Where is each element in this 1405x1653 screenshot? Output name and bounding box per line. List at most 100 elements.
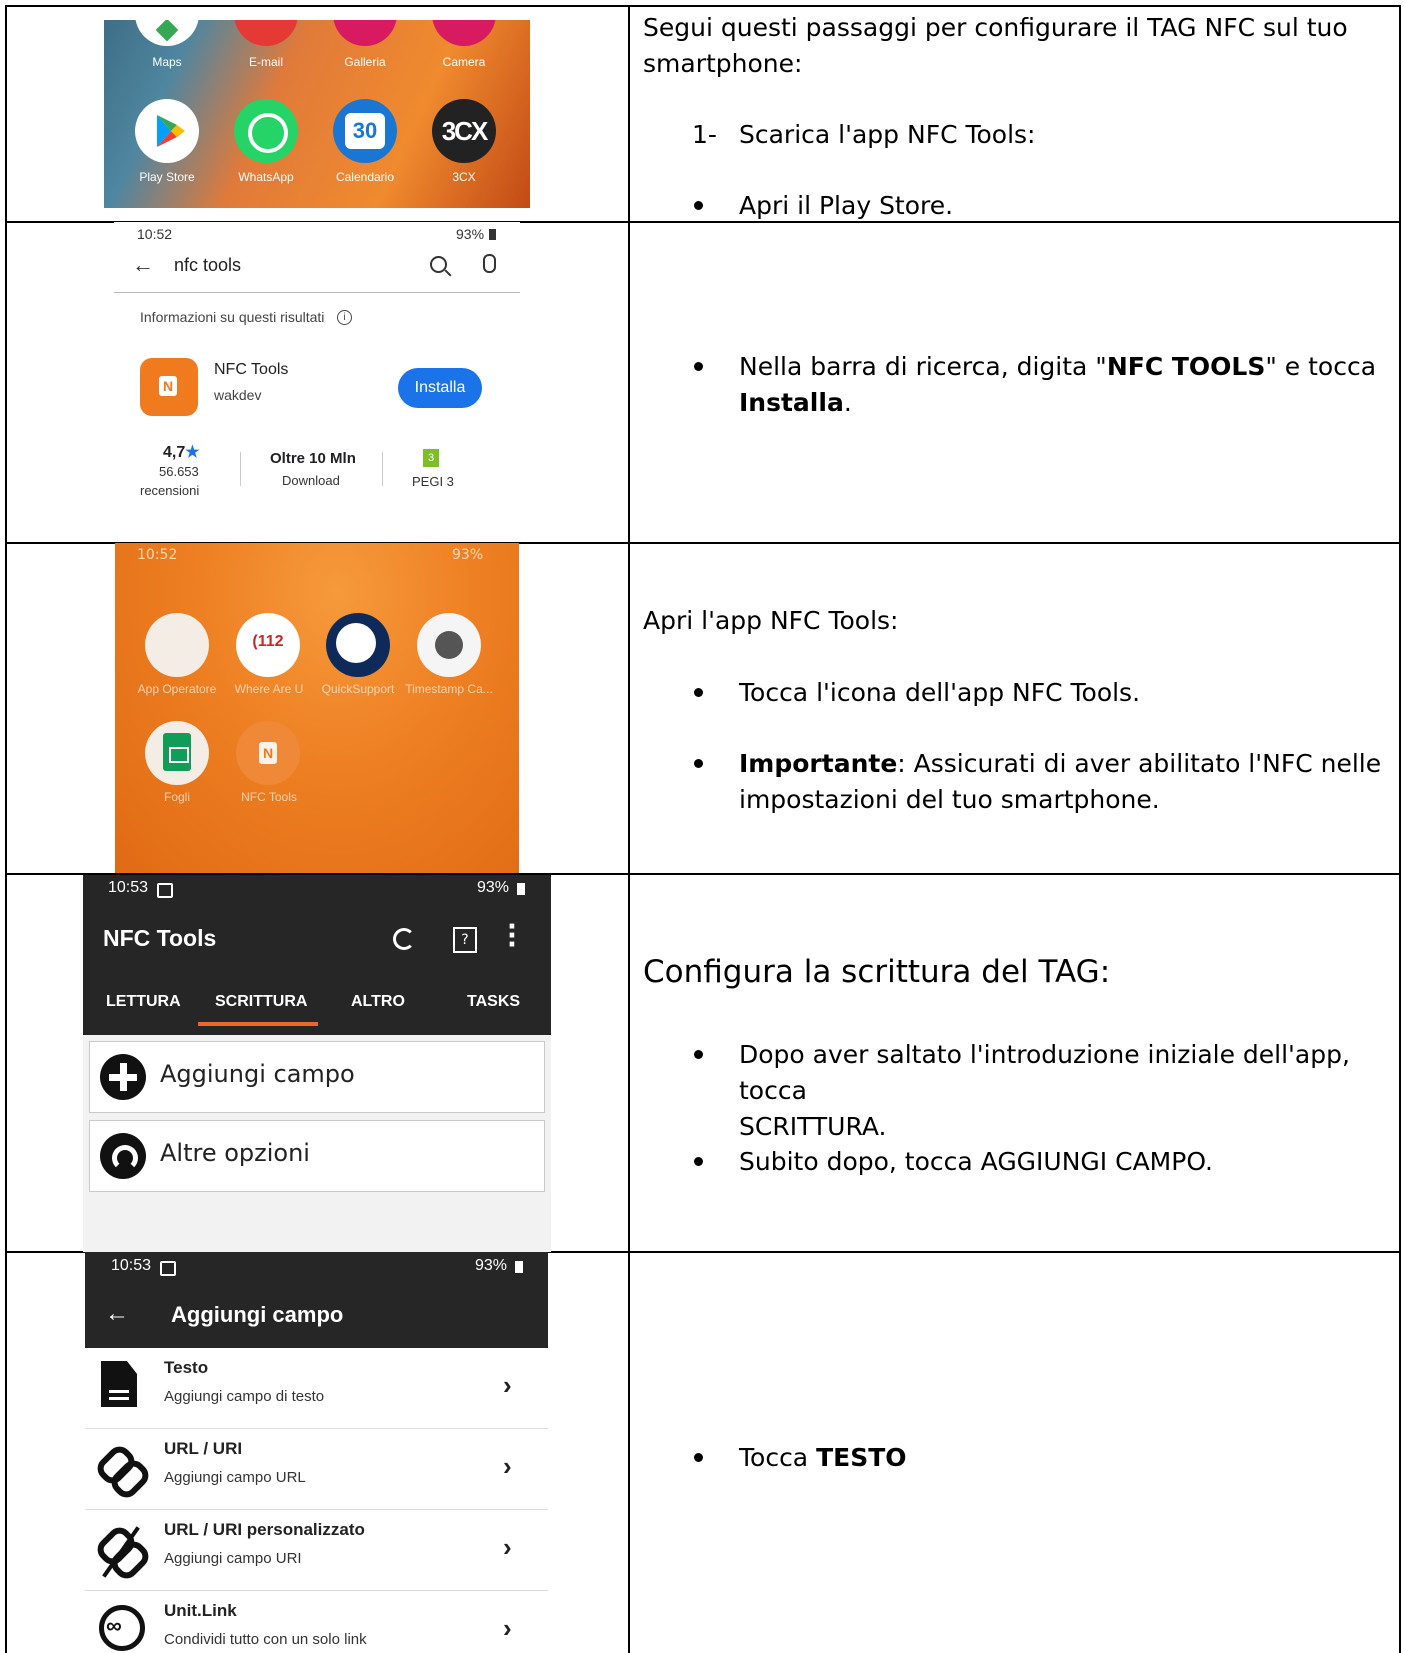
field-subtitle: Condividi tutto con un solo link: [164, 1631, 367, 1648]
whatsapp-icon[interactable]: [234, 99, 298, 163]
text-segment: Nella barra di ricerca, digita ": [739, 352, 1107, 381]
bold-text: Installa: [739, 388, 844, 417]
bullet-dot: [694, 362, 703, 371]
status-time: 10:53: [111, 1257, 152, 1274]
info-icon[interactable]: i: [337, 310, 352, 325]
field-item-custom-uri[interactable]: URL / URI personalizzato Aggiungi campo …: [85, 1510, 548, 1591]
app-label: Calendario: [335, 170, 395, 184]
text-segment: : Assicurati di aver abilitato l'NFC nel…: [897, 749, 1382, 778]
app-label: Play Store: [139, 170, 195, 184]
bullet-dot: [694, 759, 703, 768]
back-arrow-icon[interactable]: ←: [105, 1300, 129, 1328]
configure-heading: Configura la scrittura del TAG:: [643, 954, 1111, 990]
where-are-u-icon[interactable]: (112: [236, 613, 300, 677]
nfc-scan-icon[interactable]: [393, 928, 415, 950]
quicksupport-icon[interactable]: [326, 613, 390, 677]
3cx-icon[interactable]: 3CX: [432, 99, 496, 163]
status-battery: 93%: [456, 226, 485, 242]
tab-tasks[interactable]: TASKS: [467, 993, 520, 1011]
tab-scrittura[interactable]: SCRITTURA: [215, 993, 307, 1011]
field-subtitle: Aggiungi campo URL: [164, 1469, 306, 1486]
stat-divider: [240, 452, 241, 486]
app-name: NFC Tools: [214, 361, 289, 378]
field-subtitle: Aggiungi campo di testo: [164, 1388, 325, 1405]
table-border-top: [5, 5, 1401, 7]
more-options-button[interactable]: Altre opzioni: [89, 1120, 545, 1192]
search-query[interactable]: nfc tools: [174, 255, 241, 276]
more-menu-icon[interactable]: · · ·: [507, 914, 517, 958]
help-icon[interactable]: ?: [453, 927, 477, 953]
mic-icon[interactable]: [483, 254, 496, 273]
back-arrow-icon[interactable]: ←: [132, 252, 154, 278]
chevron-right-icon: ›: [503, 1451, 512, 1481]
app-label: WhatsApp: [238, 170, 294, 184]
field-title: URL / URI personalizzato: [164, 1520, 365, 1539]
app-header: [83, 875, 551, 1035]
add-field-button[interactable]: Aggiungi campo: [89, 1041, 545, 1113]
screenshot-status-icon: [157, 883, 173, 898]
where-glyph: (112: [252, 633, 284, 650]
step-text: Scarica l'app NFC Tools:: [739, 120, 1036, 149]
downloads: Oltre 10 Mln: [270, 450, 356, 467]
status-time: 10:52: [137, 226, 173, 242]
bullet-dot: [694, 1050, 703, 1059]
column-divider: [628, 5, 630, 1653]
email-icon: [234, 20, 298, 46]
status-battery: 93%: [477, 879, 510, 896]
rating-value: 4,7: [163, 444, 186, 461]
nfc-tools-icon[interactable]: N: [236, 721, 300, 785]
chevron-right-icon: ›: [503, 1370, 512, 1400]
document-icon: [101, 1361, 137, 1407]
install-button[interactable]: Installa: [398, 368, 482, 408]
app-label: Galleria: [344, 55, 386, 69]
chevron-right-icon: ›: [503, 1532, 512, 1562]
tap-text-instruction: Tocca TESTO: [739, 1440, 907, 1476]
app-label: Fogli: [163, 790, 190, 804]
wrench-circle-icon: [100, 1133, 146, 1179]
tab-altro[interactable]: ALTRO: [351, 993, 405, 1011]
pegi-label: PEGI 3: [412, 474, 454, 489]
plus-circle-icon: [100, 1054, 146, 1100]
battery-icon: [517, 883, 525, 895]
app-operatore-icon[interactable]: [145, 613, 209, 677]
tap-icon-instruction: Tocca l'icona dell'app NFC Tools.: [739, 678, 1141, 707]
nfc-tools-write-screenshot: 10:53 93% NFC Tools ? · · · LETTURA SCRITT…: [83, 875, 551, 1252]
open-app-heading: Apri l'app NFC Tools:: [643, 606, 899, 635]
play-store-screenshot: 10:52 93% ← nfc tools Informazioni su qu…: [114, 222, 520, 514]
bullet-dot: [694, 688, 703, 697]
downloads-label: Download: [282, 473, 340, 488]
field-title: Testo: [164, 1358, 209, 1377]
infinity-glyph: ∞: [106, 1613, 122, 1638]
stat-divider: [382, 452, 383, 486]
calendar-icon[interactable]: 30: [333, 99, 397, 163]
bullet-dot: [694, 201, 703, 210]
tab-lettura[interactable]: LETTURA: [106, 993, 181, 1011]
star-icon: ★: [185, 444, 200, 461]
field-item-url[interactable]: URL / URI Aggiungi campo URL ›: [85, 1429, 548, 1510]
screenshot-status-icon: [160, 1261, 176, 1276]
nfc-tools-app-icon[interactable]: N: [140, 358, 198, 416]
text-segment: impostazioni del tuo smartphone.: [739, 785, 1160, 814]
app-label: QuickSupport: [321, 682, 395, 696]
field-item-unit-link[interactable]: ∞ Unit.Link Condividi tutto con un solo …: [85, 1591, 548, 1653]
text-segment: " e tocca: [1265, 352, 1377, 381]
play-triangle-icon: [157, 115, 185, 147]
more-options-label: Altre opzioni: [160, 1139, 310, 1167]
app-label: 3CX: [452, 170, 476, 184]
intro-text: Segui questi passaggi per configurare il…: [643, 13, 1348, 78]
search-divider: [114, 292, 520, 293]
gallery-icon: [333, 20, 397, 46]
field-title: URL / URI: [164, 1439, 243, 1458]
status-time: 10:52: [137, 547, 178, 563]
add-field-screenshot: 10:53 93% ← Aggiungi campo Testo Aggiung…: [85, 1252, 548, 1653]
status-battery: 93%: [475, 1257, 508, 1274]
app-label: Timestamp Ca...: [405, 682, 493, 696]
bold-text: TESTO: [816, 1443, 907, 1472]
app-label: Camera: [442, 55, 486, 69]
sheets-icon[interactable]: [145, 721, 209, 785]
app-label: NFC Tools: [241, 790, 297, 804]
bold-text: NFC TOOLS: [1106, 352, 1266, 381]
field-item-text[interactable]: Testo Aggiungi campo di testo ›: [85, 1348, 548, 1429]
play-store-icon[interactable]: [135, 99, 199, 163]
timestamp-camera-icon[interactable]: [417, 613, 481, 677]
